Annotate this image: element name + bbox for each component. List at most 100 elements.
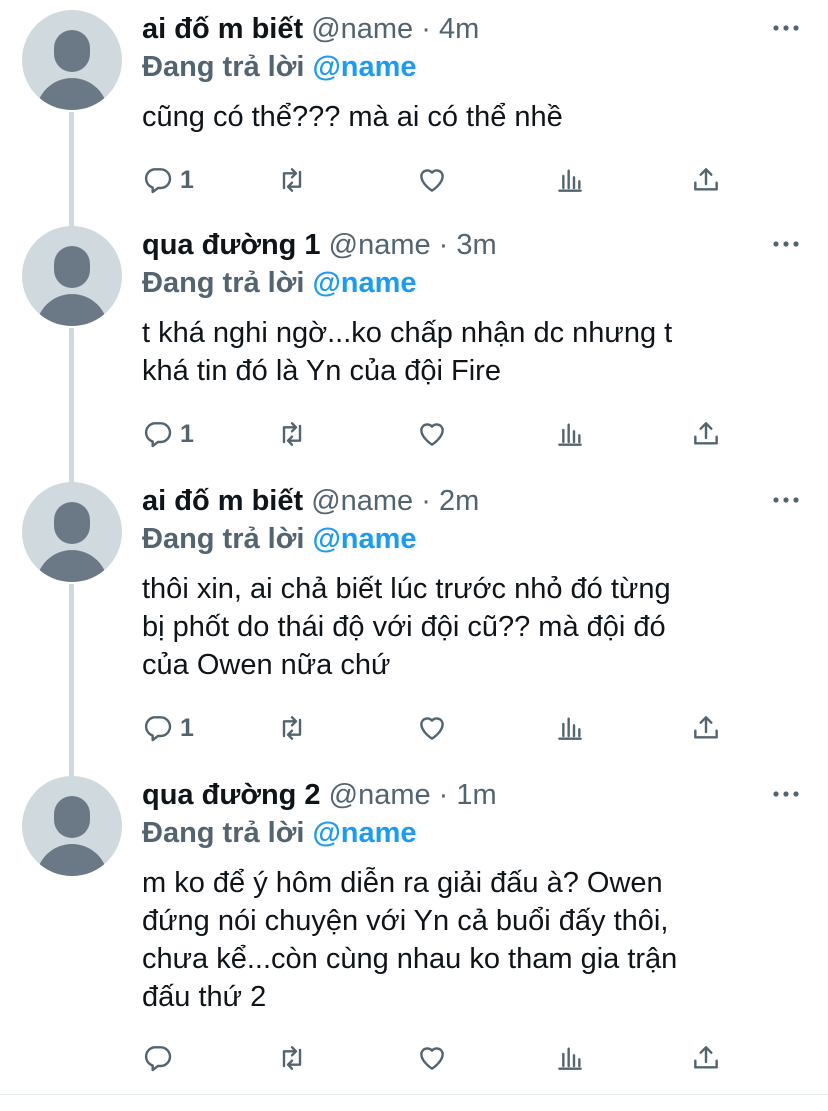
replying-to: Đang trả lời @name <box>142 522 417 556</box>
replying-to-handle[interactable]: @name <box>312 817 416 849</box>
retweet-icon <box>282 422 302 446</box>
tweet[interactable]: qua đường 1 @name · 3m Đang trả lời @nam… <box>0 226 828 490</box>
handle[interactable]: @name <box>311 485 413 517</box>
like-button[interactable] <box>416 1038 448 1078</box>
reply-button[interactable]: 1 <box>142 414 194 454</box>
avatar[interactable] <box>22 776 122 876</box>
avatar[interactable] <box>22 226 122 326</box>
retweet-button[interactable] <box>276 160 308 200</box>
tweet-text-line: bị phốt do thái độ với đội cũ?? mà đội đ… <box>142 611 666 643</box>
retweet-button[interactable] <box>276 414 308 454</box>
tweet-text-line: đấu thứ 2 <box>142 981 267 1013</box>
replying-to: Đang trả lời @name <box>142 816 417 850</box>
separator: · <box>421 13 431 45</box>
share-button[interactable] <box>690 160 722 200</box>
tweet-header: qua đường 2 @name · 1m <box>142 778 497 812</box>
more-icon[interactable] <box>772 784 800 804</box>
like-button[interactable] <box>416 414 448 454</box>
share-button[interactable] <box>690 1038 722 1078</box>
views-button[interactable] <box>554 1038 586 1078</box>
tweet-actions: 1 <box>0 160 828 200</box>
tweet-text-line: thôi xin, ai chả biết lúc trước nhỏ đó t… <box>142 573 671 605</box>
reply-count: 1 <box>180 419 194 448</box>
display-name[interactable]: ai đố m biết <box>142 13 303 45</box>
views-button[interactable] <box>554 414 586 454</box>
more-icon[interactable] <box>772 234 800 254</box>
tweet[interactable]: ai đố m biết @name · 4m Đang trả lời @na… <box>0 10 828 232</box>
replying-to: Đang trả lời @name <box>142 266 417 300</box>
more-icon[interactable] <box>772 18 800 38</box>
tweet-text-line: m ko để ý hôm diễn ra giải đấu à? Owen <box>142 867 663 899</box>
like-button[interactable] <box>416 160 448 200</box>
reply-button[interactable] <box>142 1038 180 1078</box>
share-icon <box>694 1046 718 1069</box>
tweet-actions: 1 <box>0 414 828 454</box>
reply-icon <box>144 1046 172 1072</box>
tweet-text: m ko để ý hôm diễn ra giải đấu à? Owen đ… <box>142 864 802 1016</box>
tweet-text-line: t khá nghi ngờ...ko chấp nhận dc nhưng t <box>142 317 673 349</box>
replying-to-label: Đang trả lời <box>142 523 305 555</box>
retweet-icon <box>282 716 302 740</box>
timestamp[interactable]: 3m <box>456 229 496 261</box>
handle[interactable]: @name <box>329 229 431 261</box>
reply-icon <box>144 168 172 194</box>
reply-icon <box>144 716 172 742</box>
share-button[interactable] <box>690 708 722 748</box>
tweet-text: cũng có thể??? mà ai có thể nhề <box>142 98 802 136</box>
separator: · <box>438 779 449 811</box>
timestamp[interactable]: 1m <box>456 779 496 811</box>
replying-to-label: Đang trả lời <box>142 267 305 299</box>
analytics-icon <box>558 423 582 446</box>
reply-button[interactable]: 1 <box>142 708 194 748</box>
replying-to-handle[interactable]: @name <box>312 523 416 555</box>
tweet-text-line: của Owen nữa chứ <box>142 649 391 681</box>
analytics-icon <box>558 169 582 192</box>
reply-count: 1 <box>180 713 194 742</box>
views-button[interactable] <box>554 708 586 748</box>
tweet-header: ai đố m biết @name · 2m <box>142 484 479 518</box>
timestamp[interactable]: 4m <box>439 13 479 45</box>
tweet[interactable]: qua đường 2 @name · 1m Đang trả lời @nam… <box>0 776 828 1096</box>
retweet-icon <box>282 1046 302 1070</box>
tweet-text-line: cũng có thể??? mà ai có thể nhề <box>142 101 563 133</box>
reply-icon <box>144 422 172 448</box>
tweet-text-line: khá tin đó là Yn của đội Fire <box>142 355 501 387</box>
views-button[interactable] <box>554 160 586 200</box>
avatar[interactable] <box>22 10 122 110</box>
display-name[interactable]: qua đường 1 <box>142 229 321 261</box>
tweet-actions: 1 <box>0 708 828 748</box>
more-icon[interactable] <box>772 490 800 510</box>
tweet-header: qua đường 1 @name · 3m <box>142 228 497 262</box>
tweet[interactable]: ai đố m biết @name · 2m Đang trả lời @na… <box>0 482 828 776</box>
display-name[interactable]: ai đố m biết <box>142 485 303 517</box>
separator: · <box>438 229 449 261</box>
tweet-text: thôi xin, ai chả biết lúc trước nhỏ đó t… <box>142 570 802 684</box>
display-name[interactable]: qua đường 2 <box>142 779 321 811</box>
replying-to-handle[interactable]: @name <box>312 51 416 83</box>
tweet-actions <box>0 1038 828 1078</box>
retweet-button[interactable] <box>276 708 308 748</box>
share-icon <box>694 168 718 191</box>
replying-to-handle[interactable]: @name <box>312 267 416 299</box>
replying-to: Đang trả lời @name <box>142 50 417 84</box>
analytics-icon <box>558 1047 582 1070</box>
heart-icon <box>420 169 444 192</box>
share-button[interactable] <box>690 414 722 454</box>
handle[interactable]: @name <box>311 13 413 45</box>
divider <box>0 1094 828 1095</box>
tweet-text-line: đứng nói chuyện với Yn cả buổi đấy thôi, <box>142 905 669 937</box>
separator: · <box>421 485 431 517</box>
reply-count: 1 <box>180 165 194 194</box>
like-button[interactable] <box>416 708 448 748</box>
reply-button[interactable]: 1 <box>142 160 194 200</box>
thread-line <box>69 328 74 490</box>
retweet-button[interactable] <box>276 1038 308 1078</box>
share-icon <box>694 716 718 739</box>
handle[interactable]: @name <box>329 779 431 811</box>
tweet-text-line: chưa kể...còn cùng nhau ko tham gia trận <box>142 943 678 975</box>
heart-icon <box>420 1047 444 1070</box>
avatar[interactable] <box>22 482 122 582</box>
replying-to-label: Đang trả lời <box>142 51 305 83</box>
tweet-text: t khá nghi ngờ...ko chấp nhận dc nhưng t… <box>142 314 802 390</box>
timestamp[interactable]: 2m <box>439 485 479 517</box>
